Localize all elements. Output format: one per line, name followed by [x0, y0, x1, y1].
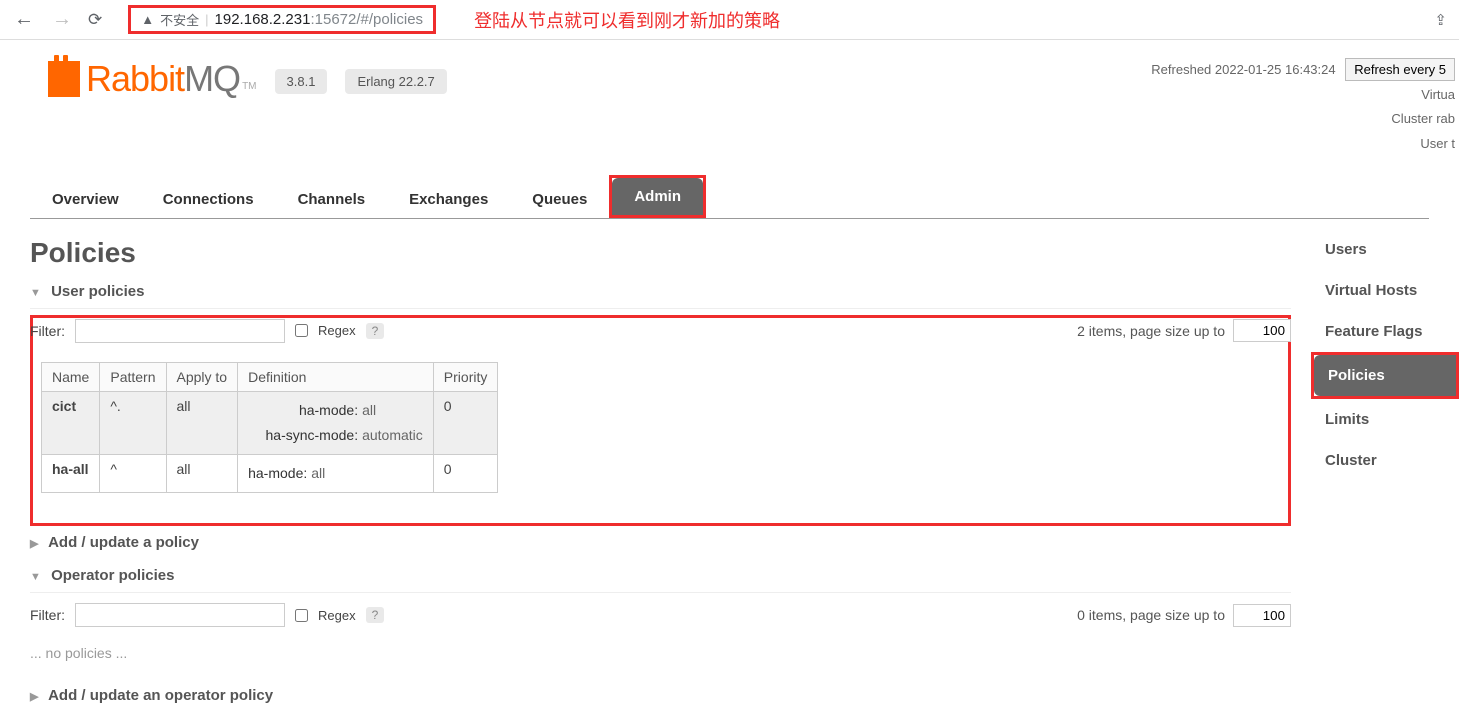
col-apply: Apply to — [166, 362, 238, 391]
col-definition: Definition — [238, 362, 434, 391]
url-text[interactable]: 192.168.2.231:15672/#/policies — [215, 11, 424, 28]
tab-queues[interactable]: Queues — [510, 181, 609, 218]
erlang-pill: Erlang 22.2.7 — [345, 69, 446, 94]
reload-icon[interactable]: ⟳ — [88, 10, 102, 30]
filter-input[interactable] — [75, 319, 285, 343]
page-size-input-operator[interactable] — [1233, 604, 1291, 627]
user-label: User t — [1151, 132, 1455, 157]
main-tabs: Overview Connections Channels Exchanges … — [30, 175, 1429, 219]
page-title: Policies — [30, 237, 1291, 269]
cluster-label: Cluster rab — [1151, 107, 1455, 132]
section-add-operator-policy[interactable]: ▶ Add / update an operator policy — [30, 679, 1291, 712]
tab-exchanges[interactable]: Exchanges — [387, 181, 510, 218]
status-column: Refreshed 2022-01-25 16:43:24 Refresh ev… — [1151, 40, 1459, 157]
browser-toolbar: ← → ⟳ ▲ 不安全 | 192.168.2.231:15672/#/poli… — [0, 0, 1459, 40]
insecure-label: 不安全 — [160, 10, 199, 29]
sidebar-item-cluster[interactable]: Cluster — [1311, 440, 1459, 481]
virtual-host-label: Virtua — [1151, 83, 1455, 108]
filter-row-operator: Filter: Regex ? 0 items, page size up to — [30, 593, 1291, 637]
section-add-policy[interactable]: ▶ Add / update a policy — [30, 526, 1291, 559]
col-pattern: Pattern — [100, 362, 166, 391]
col-priority: Priority — [433, 362, 498, 391]
filter-label: Filter: — [30, 607, 65, 623]
admin-highlight-box: Admin — [609, 175, 706, 218]
sidebar-item-limits[interactable]: Limits — [1311, 399, 1459, 440]
refresh-interval-button[interactable]: Refresh every 5 — [1345, 58, 1455, 81]
share-icon[interactable]: ⇪ — [1434, 11, 1447, 29]
page-root: RabbitMQ TM 3.8.1 Erlang 22.2.7 Refreshe… — [0, 40, 1459, 712]
policies-highlight-box: Name Pattern Apply to Definition Priorit… — [30, 315, 1291, 527]
tab-connections[interactable]: Connections — [141, 181, 276, 218]
tab-overview[interactable]: Overview — [30, 181, 141, 218]
policies-sidebar-highlight-box: Policies — [1311, 352, 1459, 399]
policy-table: Name Pattern Apply to Definition Priorit… — [41, 362, 498, 494]
regex-checkbox-operator[interactable] — [295, 609, 308, 622]
url-highlight-box: ▲ 不安全 | 192.168.2.231:15672/#/policies — [128, 5, 436, 34]
refreshed-label: Refreshed 2022-01-25 16:43:24 — [1151, 62, 1335, 77]
rabbit-icon — [48, 61, 80, 97]
sidebar-item-feature-flags[interactable]: Feature Flags — [1311, 311, 1459, 352]
help-icon[interactable]: ? — [366, 323, 385, 339]
content-area: Policies ▼ User policies Filter: Regex ?… — [30, 229, 1311, 713]
chevron-down-icon: ▼ — [30, 571, 41, 583]
col-name: Name — [42, 362, 100, 391]
annotation-text: 登陆从节点就可以看到刚才新加的策略 — [474, 7, 780, 33]
chevron-right-icon: ▶ — [30, 537, 38, 550]
tm-label: TM — [242, 81, 256, 92]
sidebar-item-policies[interactable]: Policies — [1314, 355, 1456, 396]
version-pill: 3.8.1 — [275, 69, 328, 94]
section-operator-policies[interactable]: ▼ Operator policies — [30, 559, 1291, 593]
admin-sidebar: Users Virtual Hosts Feature Flags Polici… — [1311, 229, 1459, 713]
tab-channels[interactable]: Channels — [276, 181, 388, 218]
chevron-right-icon: ▶ — [30, 690, 38, 703]
sidebar-item-vhosts[interactable]: Virtual Hosts — [1311, 270, 1459, 311]
tab-admin[interactable]: Admin — [612, 178, 703, 215]
regex-label: Regex — [318, 608, 356, 623]
rabbitmq-logo[interactable]: RabbitMQ TM — [48, 58, 257, 100]
back-icon[interactable]: ← — [12, 8, 36, 31]
regex-checkbox[interactable] — [295, 324, 308, 337]
table-row[interactable]: cict ^. all ha-mode:all ha-sync-mode:aut… — [42, 391, 498, 454]
help-icon[interactable]: ? — [366, 607, 385, 623]
chevron-down-icon: ▼ — [30, 287, 41, 299]
section-user-policies[interactable]: ▼ User policies — [30, 275, 1291, 309]
item-count-label: 0 items, page size up to — [1077, 607, 1225, 623]
no-policies-label: ... no policies ... — [30, 637, 1291, 679]
insecure-icon: ▲ — [141, 12, 154, 27]
forward-icon[interactable]: → — [50, 8, 74, 31]
table-row[interactable]: ha-all ^ all ha-mode:all 0 — [42, 455, 498, 493]
filter-label: Filter: — [30, 323, 65, 339]
page-size-input[interactable] — [1233, 319, 1291, 342]
regex-label: Regex — [318, 323, 356, 338]
item-count-label: 2 items, page size up to — [1077, 323, 1225, 339]
filter-input-operator[interactable] — [75, 603, 285, 627]
header: RabbitMQ TM 3.8.1 Erlang 22.2.7 — [0, 40, 1151, 100]
sidebar-item-users[interactable]: Users — [1311, 229, 1459, 270]
